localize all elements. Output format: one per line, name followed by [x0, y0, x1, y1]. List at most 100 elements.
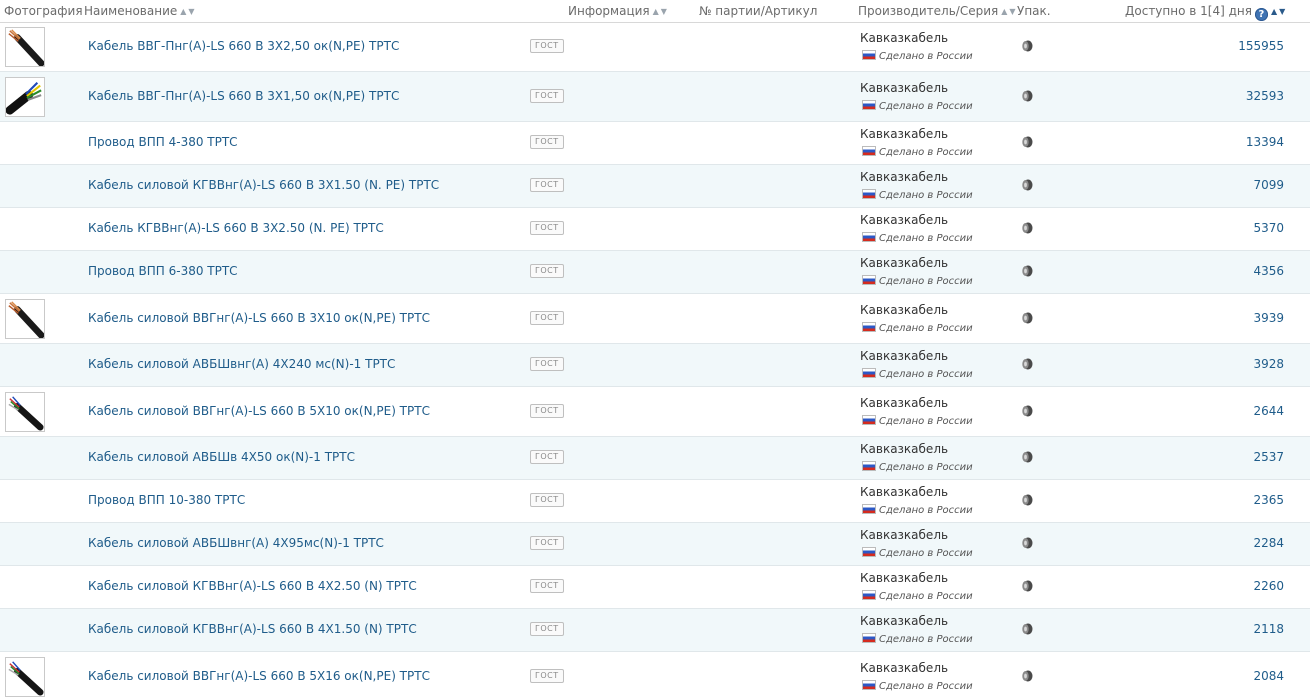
- product-name-link[interactable]: Кабель силовой ВВГнг(А)-LS 660 В 3Х10 ок…: [88, 311, 430, 325]
- origin-text: Сделано в России: [879, 462, 973, 473]
- origin-label: Сделано в России: [862, 232, 973, 244]
- available-quantity[interactable]: 4356: [1253, 264, 1284, 278]
- gost-badge: ГОСТ: [530, 39, 564, 53]
- sort-arrows-icon[interactable]: ▲▼: [1271, 1, 1287, 23]
- product-name-link[interactable]: Провод ВПП 10-380 ТРТС: [88, 493, 245, 507]
- cable-thumbnail[interactable]: [5, 77, 45, 117]
- table-row[interactable]: Кабель силовой АВБШвнг(А) 4Х95мс(N)-1 ТР…: [0, 523, 1310, 566]
- table-row[interactable]: Кабель силовой АВБШвнг(А) 4Х240 мс(N)-1 …: [0, 344, 1310, 387]
- available-quantity[interactable]: 32593: [1246, 89, 1284, 103]
- available-quantity[interactable]: 2644: [1253, 404, 1284, 418]
- manufacturer-name[interactable]: Кавказкабель: [860, 485, 948, 499]
- manufacturer-name[interactable]: Кавказкабель: [860, 661, 948, 675]
- col-name-header[interactable]: Наименование ▲▼: [84, 0, 197, 22]
- sort-arrows-icon[interactable]: ▲▼: [1001, 1, 1017, 23]
- cable-thumbnail[interactable]: [5, 299, 45, 339]
- cable-thumbnail[interactable]: [5, 392, 45, 432]
- available-quantity[interactable]: 13394: [1246, 135, 1284, 149]
- available-quantity[interactable]: 5370: [1253, 221, 1284, 235]
- product-name-link[interactable]: Кабель силовой ВВГнг(А)-LS 660 В 5Х10 ок…: [88, 404, 430, 418]
- sort-arrows-icon[interactable]: ▲▼: [180, 1, 196, 23]
- manufacturer-name[interactable]: Кавказкабель: [860, 303, 948, 317]
- manufacturer-name[interactable]: Кавказкабель: [860, 571, 948, 585]
- available-quantity[interactable]: 3939: [1253, 311, 1284, 325]
- package-roll-icon[interactable]: [1021, 136, 1033, 148]
- available-quantity[interactable]: 2284: [1253, 536, 1284, 550]
- russia-flag-icon: [862, 504, 876, 514]
- manufacturer-name[interactable]: Кавказкабель: [860, 528, 948, 542]
- col-maker-header[interactable]: Производитель/Серия ▲▼: [858, 0, 1018, 22]
- product-name-link[interactable]: Кабель силовой АВБШвнг(А) 4Х240 мс(N)-1 …: [88, 357, 395, 371]
- package-roll-icon[interactable]: [1021, 90, 1033, 102]
- package-roll-icon[interactable]: [1021, 580, 1033, 592]
- table-row[interactable]: Кабель силовой АВБШв 4Х50 ок(N)-1 ТРТС ГО…: [0, 437, 1310, 480]
- col-info-header[interactable]: Информация ▲▼: [568, 0, 669, 22]
- origin-label: Сделано в России: [862, 547, 973, 559]
- product-name-link[interactable]: Кабель силовой АВБШв 4Х50 ок(N)-1 ТРТС: [88, 450, 355, 464]
- manufacturer-name[interactable]: Кавказкабель: [860, 31, 948, 45]
- product-name-link[interactable]: Кабель силовой КГВВнг(А)-LS 660 В 4Х2.50…: [88, 579, 417, 593]
- manufacturer-name[interactable]: Кавказкабель: [860, 614, 948, 628]
- table-row[interactable]: Провод ВПП 6-380 ТРТС ГОСТ Кавказкабель Сде…: [0, 251, 1310, 294]
- gost-badge: ГОСТ: [530, 357, 564, 371]
- manufacturer-name[interactable]: Кавказкабель: [860, 349, 948, 363]
- origin-label: Сделано в России: [862, 275, 973, 287]
- gost-badge: ГОСТ: [530, 264, 564, 278]
- origin-text: Сделано в России: [879, 51, 973, 62]
- product-name-link[interactable]: Кабель силовой ВВГнг(А)-LS 660 В 5Х16 ок…: [88, 669, 430, 683]
- available-quantity[interactable]: 2118: [1253, 622, 1284, 636]
- package-roll-icon[interactable]: [1021, 623, 1033, 635]
- package-roll-icon[interactable]: [1021, 222, 1033, 234]
- package-roll-icon[interactable]: [1021, 179, 1033, 191]
- table-row[interactable]: Провод ВПП 10-380 ТРТС ГОСТ Кавказкабель Сд…: [0, 480, 1310, 523]
- package-roll-icon[interactable]: [1021, 312, 1033, 324]
- russia-flag-icon: [862, 232, 876, 242]
- table-row[interactable]: Кабель силовой КГВВнг(А)-LS 660 В 4Х1.50…: [0, 609, 1310, 652]
- table-row[interactable]: Кабель ВВГ-Пнг(А)-LS 660 В 3Х1,50 ок(N,P…: [0, 72, 1310, 122]
- product-name-link[interactable]: Кабель силовой КГВВнг(А)-LS 660 В 4Х1.50…: [88, 622, 417, 636]
- manufacturer-name[interactable]: Кавказкабель: [860, 396, 948, 410]
- package-roll-icon[interactable]: [1021, 451, 1033, 463]
- question-circle-icon[interactable]: ?: [1254, 8, 1268, 21]
- manufacturer-name[interactable]: Кавказкабель: [860, 170, 948, 184]
- product-name-link[interactable]: Кабель силовой КГВВнг(А)-LS 660 В 3Х1.50…: [88, 178, 439, 192]
- product-name-link[interactable]: Провод ВПП 6-380 ТРТС: [88, 264, 238, 278]
- table-row[interactable]: Кабель силовой ВВГнг(А)-LS 660 В 5Х16 ок…: [0, 652, 1310, 700]
- available-quantity[interactable]: 2537: [1253, 450, 1284, 464]
- origin-label: Сделано в России: [862, 680, 973, 692]
- product-name-link[interactable]: Кабель ВВГ-Пнг(А)-LS 660 В 3Х1,50 ок(N,P…: [88, 89, 399, 103]
- package-roll-icon[interactable]: [1021, 494, 1033, 506]
- package-roll-icon[interactable]: [1021, 670, 1033, 682]
- table-row[interactable]: Провод ВПП 4-380 ТРТС ГОСТ Кавказкабель Сде…: [0, 122, 1310, 165]
- product-name-link[interactable]: Кабель силовой АВБШвнг(А) 4Х95мс(N)-1 ТР…: [88, 536, 384, 550]
- table-row[interactable]: Кабель ВВГ-Пнг(А)-LS 660 В 3Х2,50 ок(N,P…: [0, 22, 1310, 72]
- manufacturer-name[interactable]: Кавказкабель: [860, 81, 948, 95]
- package-roll-icon[interactable]: [1021, 265, 1033, 277]
- table-row[interactable]: Кабель силовой ВВГнг(А)-LS 660 В 3Х10 ок…: [0, 294, 1310, 344]
- available-quantity[interactable]: 2084: [1253, 669, 1284, 683]
- package-roll-icon[interactable]: [1021, 40, 1033, 52]
- cable-thumbnail[interactable]: [5, 27, 45, 67]
- product-name-link[interactable]: Провод ВПП 4-380 ТРТС: [88, 135, 238, 149]
- table-row[interactable]: Кабель КГВВнг(А)-LS 660 В 3Х2.50 (N. PE)…: [0, 208, 1310, 251]
- cable-thumbnail[interactable]: [5, 657, 45, 697]
- available-quantity[interactable]: 155955: [1238, 39, 1284, 53]
- manufacturer-name[interactable]: Кавказкабель: [860, 127, 948, 141]
- manufacturer-name[interactable]: Кавказкабель: [860, 442, 948, 456]
- available-quantity[interactable]: 3928: [1253, 357, 1284, 371]
- table-row[interactable]: Кабель силовой ВВГнг(А)-LS 660 В 5Х10 ок…: [0, 387, 1310, 437]
- table-row[interactable]: Кабель силовой КГВВнг(А)-LS 660 В 4Х2.50…: [0, 566, 1310, 609]
- package-roll-icon[interactable]: [1021, 358, 1033, 370]
- manufacturer-name[interactable]: Кавказкабель: [860, 213, 948, 227]
- available-quantity[interactable]: 2260: [1253, 579, 1284, 593]
- available-quantity[interactable]: 7099: [1253, 178, 1284, 192]
- sort-arrows-icon[interactable]: ▲▼: [653, 1, 669, 23]
- table-row[interactable]: Кабель силовой КГВВнг(А)-LS 660 В 3Х1.50…: [0, 165, 1310, 208]
- product-name-link[interactable]: Кабель ВВГ-Пнг(А)-LS 660 В 3Х2,50 ок(N,P…: [88, 39, 399, 53]
- col-avail-header[interactable]: Доступно в 1[4] дня? ▲▼: [1125, 0, 1287, 22]
- available-quantity[interactable]: 2365: [1253, 493, 1284, 507]
- manufacturer-name[interactable]: Кавказкабель: [860, 256, 948, 270]
- package-roll-icon[interactable]: [1021, 537, 1033, 549]
- package-roll-icon[interactable]: [1021, 405, 1033, 417]
- product-name-link[interactable]: Кабель КГВВнг(А)-LS 660 В 3Х2.50 (N. PE)…: [88, 221, 384, 235]
